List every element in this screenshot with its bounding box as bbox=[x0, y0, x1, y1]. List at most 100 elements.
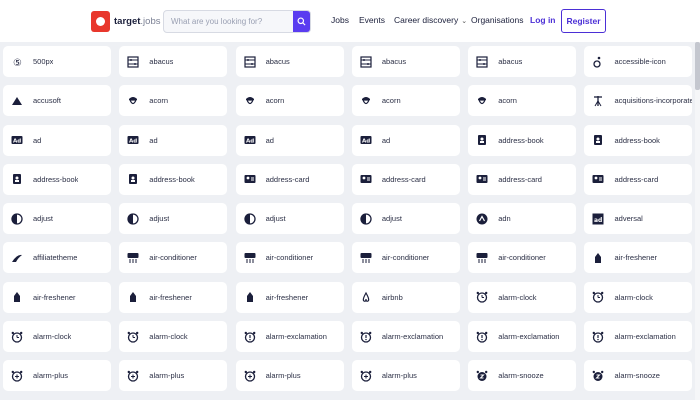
icon-card[interactable]: abacus bbox=[235, 46, 344, 77]
icon-card[interactable]: address-card bbox=[468, 163, 577, 195]
icon-card[interactable]: Ad ad bbox=[119, 124, 228, 156]
acorn-icon bbox=[245, 96, 254, 104]
icon-card[interactable]: address-book bbox=[119, 163, 228, 195]
svg-text:⑤: ⑤ bbox=[13, 58, 22, 68]
icon-card[interactable]: adjust bbox=[235, 203, 344, 235]
icon-grid: ⑤ 500px abacus abacus abacus abacus accessible… bbox=[3, 46, 693, 392]
icon-card[interactable]: alarm-exclamation bbox=[235, 321, 344, 353]
icon-card[interactable]: air-freshener bbox=[235, 281, 344, 313]
abacus-icon bbox=[360, 55, 372, 68]
icon-card-label: alarm-clock bbox=[614, 292, 653, 302]
alarm-plus-icon bbox=[244, 370, 255, 382]
ad-icon: Ad bbox=[127, 136, 139, 145]
alarm-plus-icon bbox=[11, 370, 23, 382]
icon-card[interactable]: Ad ad bbox=[3, 124, 111, 156]
nav-events[interactable]: Events bbox=[359, 15, 385, 25]
icon-card[interactable]: adn bbox=[468, 203, 577, 235]
ad-icon: Ad bbox=[360, 136, 372, 145]
icon-card-label: abacus bbox=[381, 57, 407, 66]
icon-card-label: air-conditioner bbox=[498, 253, 546, 263]
icon-card-label: abacus bbox=[149, 57, 174, 66]
icon-card[interactable]: adjust bbox=[3, 203, 111, 235]
icon-card[interactable]: Ad ad bbox=[235, 124, 344, 156]
icon-card[interactable]: air-conditioner bbox=[351, 242, 460, 274]
icon-card[interactable]: alarm-plus bbox=[119, 360, 228, 392]
register-button[interactable]: Register bbox=[561, 9, 606, 33]
icon-card-label: acorn bbox=[498, 96, 517, 106]
icon-card[interactable]: alarm-plus bbox=[235, 360, 344, 392]
icon-card-label: alarm-exclamation bbox=[381, 332, 444, 342]
icon-card[interactable]: acorn bbox=[119, 85, 228, 117]
icon-card[interactable]: adjust bbox=[119, 203, 228, 235]
nav-organisations[interactable]: Organisations bbox=[471, 15, 523, 25]
icon-card[interactable]: address-card bbox=[235, 163, 344, 195]
scrollbar-track[interactable] bbox=[695, 42, 700, 400]
icon-card[interactable]: alarm-clock bbox=[468, 281, 577, 313]
login-link[interactable]: Log in bbox=[530, 15, 556, 25]
icon-card[interactable]: airbnb bbox=[351, 281, 460, 313]
icon-card[interactable]: alarm-clock bbox=[119, 321, 228, 353]
icon-card[interactable]: alarm-snooze bbox=[468, 360, 577, 392]
search-button[interactable] bbox=[293, 11, 310, 32]
icon-card[interactable]: air-freshener bbox=[584, 242, 693, 274]
accessible-icon bbox=[593, 56, 602, 68]
adjust-icon bbox=[11, 213, 23, 225]
icon-card[interactable]: alarm-exclamation bbox=[351, 321, 460, 353]
air-conditioner-icon bbox=[476, 252, 488, 263]
icon-card[interactable]: air-conditioner bbox=[235, 242, 344, 274]
icon-card[interactable]: abacus bbox=[351, 46, 460, 77]
icon-card[interactable]: address-card bbox=[351, 163, 460, 195]
icon-card[interactable]: alarm-exclamation bbox=[584, 321, 693, 353]
icon-card[interactable]: alarm-snooze bbox=[584, 360, 693, 392]
icon-card-label: adjust bbox=[149, 214, 170, 224]
icon-card[interactable]: accessible-icon bbox=[584, 46, 693, 77]
icon-card[interactable]: alarm-plus bbox=[351, 360, 460, 392]
icon-card-label: alarm-clock bbox=[149, 332, 188, 342]
icon-card[interactable]: air-freshener bbox=[119, 281, 228, 313]
scrollbar-thumb[interactable] bbox=[695, 42, 700, 90]
icon-card-label: address-book bbox=[33, 174, 79, 184]
icon-card[interactable]: alarm-exclamation bbox=[468, 321, 577, 353]
nav-career-discovery[interactable]: Career discovery ⌄ bbox=[394, 15, 467, 25]
icon-card-label: ad bbox=[381, 135, 391, 145]
icon-card-label: alarm-plus bbox=[265, 371, 301, 381]
icon-card-label: address-book bbox=[614, 135, 660, 145]
icon-card[interactable]: air-conditioner bbox=[119, 242, 228, 274]
icon-card[interactable]: address-book bbox=[468, 124, 577, 156]
search-input[interactable] bbox=[164, 17, 293, 26]
icon-card[interactable]: adjust bbox=[351, 203, 460, 235]
air-conditioner-icon bbox=[244, 252, 256, 263]
icon-card[interactable]: abacus bbox=[468, 46, 577, 77]
icon-card[interactable]: address-card bbox=[584, 163, 693, 195]
icon-card[interactable]: acorn bbox=[351, 85, 460, 117]
icon-card[interactable]: abacus bbox=[119, 46, 228, 77]
icon-card-label: address-book bbox=[149, 174, 195, 184]
icon-card[interactable]: air-conditioner bbox=[468, 242, 577, 274]
icon-card[interactable]: accusoft bbox=[3, 85, 111, 117]
icon-card[interactable]: air-freshener bbox=[3, 281, 111, 313]
icon-card[interactable]: address-book bbox=[584, 124, 693, 156]
icon-card[interactable]: acorn bbox=[235, 85, 344, 117]
icon-card[interactable]: alarm-plus bbox=[3, 360, 111, 392]
abacus-icon bbox=[476, 55, 488, 68]
icon-card-label: air-conditioner bbox=[265, 253, 314, 263]
svg-text:Ad: Ad bbox=[246, 139, 254, 145]
icon-card[interactable]: ⑤ 500px bbox=[3, 46, 111, 77]
icon-card[interactable]: acorn bbox=[468, 85, 577, 117]
site-logo[interactable]: target.jobs bbox=[91, 9, 160, 33]
icon-card[interactable]: alarm-clock bbox=[3, 321, 111, 353]
search-icon bbox=[297, 17, 306, 26]
alarm-clock-icon bbox=[593, 292, 604, 303]
icon-card[interactable]: address-book bbox=[3, 163, 111, 195]
icon-card-label: alarm-exclamation bbox=[498, 332, 560, 342]
nav-jobs[interactable]: Jobs bbox=[331, 15, 349, 25]
icon-card[interactable]: affiliatetheme bbox=[3, 242, 111, 274]
icon-card[interactable]: acquisitions-incorporated bbox=[584, 85, 693, 117]
air-freshener-icon bbox=[595, 252, 602, 263]
icon-card[interactable]: alarm-clock bbox=[584, 281, 693, 313]
icon-card-label: air-freshener bbox=[33, 292, 76, 302]
icon-card[interactable]: ad adversal bbox=[584, 203, 693, 235]
address-card-icon bbox=[592, 175, 604, 184]
icon-card[interactable]: Ad ad bbox=[351, 124, 460, 156]
icon-card-label: acorn bbox=[381, 96, 401, 106]
